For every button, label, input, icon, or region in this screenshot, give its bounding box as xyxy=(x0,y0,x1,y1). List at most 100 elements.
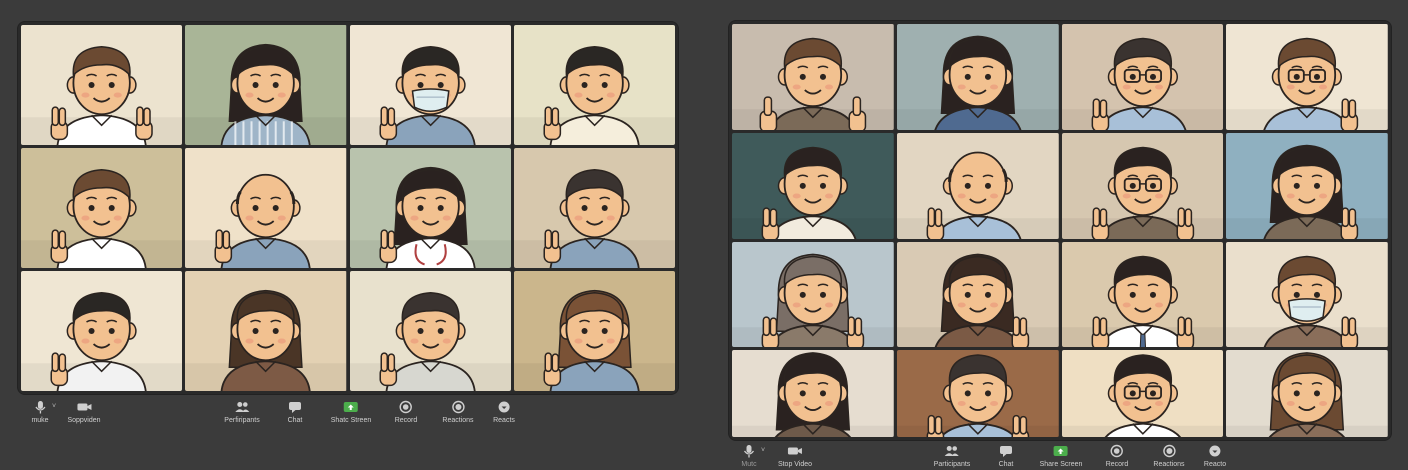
participant-avatar xyxy=(1226,24,1388,130)
video-button[interactable]: Stop Video xyxy=(778,444,812,468)
share-label: Share Screen xyxy=(1039,461,1083,468)
participant-video-tile[interactable] xyxy=(896,350,1059,437)
video-button[interactable]: Soppviden xyxy=(67,400,101,424)
mute-label: muke xyxy=(31,417,49,424)
record-icon xyxy=(398,400,414,414)
record-label: Record xyxy=(394,417,418,424)
participants-button[interactable]: Perfiripants xyxy=(224,400,260,424)
chat-label: Chat xyxy=(287,417,303,424)
participant-avatar xyxy=(513,148,675,268)
reacts-icon xyxy=(1207,444,1223,458)
reactions-button[interactable]: Reactions xyxy=(442,400,474,424)
participants-label: Participants xyxy=(933,461,971,468)
participant-avatar xyxy=(21,148,183,268)
share-screen-icon xyxy=(343,400,359,414)
participant-avatar xyxy=(732,241,894,348)
reacts-label: Reacts xyxy=(493,417,515,424)
participant-avatar xyxy=(349,25,511,145)
participant-avatar xyxy=(1226,132,1388,239)
participant-video-tile[interactable] xyxy=(732,132,894,239)
participant-avatar xyxy=(513,271,675,391)
participant-video-tile[interactable] xyxy=(185,148,347,268)
mute-button[interactable]: Mutc xyxy=(741,444,757,468)
record-button[interactable]: Record xyxy=(1105,444,1129,468)
participant-video-tile[interactable] xyxy=(1061,132,1224,239)
participant-video-tile[interactable] xyxy=(21,148,183,268)
participant-avatar xyxy=(896,24,1059,130)
mute-button[interactable]: muke xyxy=(31,400,49,424)
participant-video-tile[interactable] xyxy=(21,271,183,391)
participant-video-tile[interactable] xyxy=(1061,241,1224,348)
participant-avatar xyxy=(732,24,894,130)
reacts-icon xyxy=(496,400,512,414)
participant-video-tile[interactable] xyxy=(513,148,675,268)
participants-label: Perfiripants xyxy=(224,417,260,424)
participant-avatar xyxy=(1226,241,1388,348)
share-button[interactable]: Shatc Streen xyxy=(331,400,371,424)
participant-avatar xyxy=(1061,132,1224,239)
participant-avatar xyxy=(1061,24,1224,130)
participant-video-tile[interactable] xyxy=(896,24,1059,130)
reactions-button[interactable]: Reactions xyxy=(1153,444,1185,468)
chevron-down-icon[interactable]: ˅ xyxy=(761,447,765,454)
participant-video-tile[interactable] xyxy=(21,25,183,145)
reactions-label: Reactions xyxy=(442,417,474,424)
video-camera-icon xyxy=(76,400,92,414)
participant-video-tile[interactable] xyxy=(896,132,1059,239)
participant-avatar xyxy=(349,148,511,268)
microphone-icon xyxy=(32,400,48,414)
participant-video-tile[interactable] xyxy=(349,25,511,145)
participant-video-tile[interactable] xyxy=(1061,350,1224,437)
chat-button[interactable]: Chat xyxy=(998,444,1014,468)
participant-avatar xyxy=(185,25,347,145)
video-label: Soppviden xyxy=(67,417,101,424)
participant-avatar xyxy=(349,271,511,391)
record-button[interactable]: Record xyxy=(394,400,418,424)
reacts-label: Reacto xyxy=(1203,461,1227,468)
reactions-icon xyxy=(1161,444,1177,458)
participant-video-tile[interactable] xyxy=(1226,132,1388,239)
participant-video-tile[interactable] xyxy=(185,25,347,145)
participant-video-tile[interactable] xyxy=(185,271,347,391)
participant-video-tile[interactable] xyxy=(732,350,894,437)
participant-video-tile[interactable] xyxy=(732,241,894,348)
record-icon xyxy=(1109,444,1125,458)
participant-video-tile[interactable] xyxy=(513,25,675,145)
participant-avatar xyxy=(896,350,1059,437)
record-label: Record xyxy=(1105,461,1129,468)
reactions-label: Reactions xyxy=(1153,461,1185,468)
chat-button[interactable]: Chat xyxy=(287,400,303,424)
participant-avatar xyxy=(732,132,894,239)
participant-avatar xyxy=(185,271,347,391)
mute-label: Mutc xyxy=(741,461,757,468)
video-gallery-window-right xyxy=(729,21,1391,440)
chevron-down-icon[interactable]: ˅ xyxy=(52,403,56,410)
video-label: Stop Video xyxy=(777,461,813,468)
participant-avatar xyxy=(896,241,1059,348)
video-camera-icon xyxy=(787,444,803,458)
participant-video-tile[interactable] xyxy=(513,271,675,391)
meeting-toolbar-left: muke ˅ Soppviden Perfiripants Chat Shatc Stre… xyxy=(18,400,678,430)
participant-avatar xyxy=(21,25,183,145)
participant-avatar xyxy=(1061,241,1224,348)
participant-video-tile[interactable] xyxy=(1226,350,1388,437)
participant-video-tile[interactable] xyxy=(1226,241,1388,348)
participant-avatar xyxy=(1226,350,1388,437)
participant-video-tile[interactable] xyxy=(732,24,894,130)
participant-video-tile[interactable] xyxy=(1061,24,1224,130)
participant-grid xyxy=(732,24,1388,437)
chat-label: Chat xyxy=(998,461,1014,468)
share-button[interactable]: Share Screen xyxy=(1039,444,1083,468)
participant-video-tile[interactable] xyxy=(1226,24,1388,130)
participant-avatar xyxy=(513,25,675,145)
participant-video-tile[interactable] xyxy=(896,241,1059,348)
participant-video-tile[interactable] xyxy=(349,148,511,268)
meeting-toolbar-right: Mutc ˅ Stop Video Participants Chat Share Scr… xyxy=(729,444,1391,470)
chat-bubble-icon xyxy=(287,400,303,414)
participant-video-tile[interactable] xyxy=(349,271,511,391)
reactions-icon xyxy=(450,400,466,414)
reacts-button[interactable]: Reacts xyxy=(493,400,515,424)
reacts-button[interactable]: Reacto xyxy=(1204,444,1226,468)
participants-button[interactable]: Participants xyxy=(933,444,971,468)
share-label: Shatc Streen xyxy=(330,417,372,424)
